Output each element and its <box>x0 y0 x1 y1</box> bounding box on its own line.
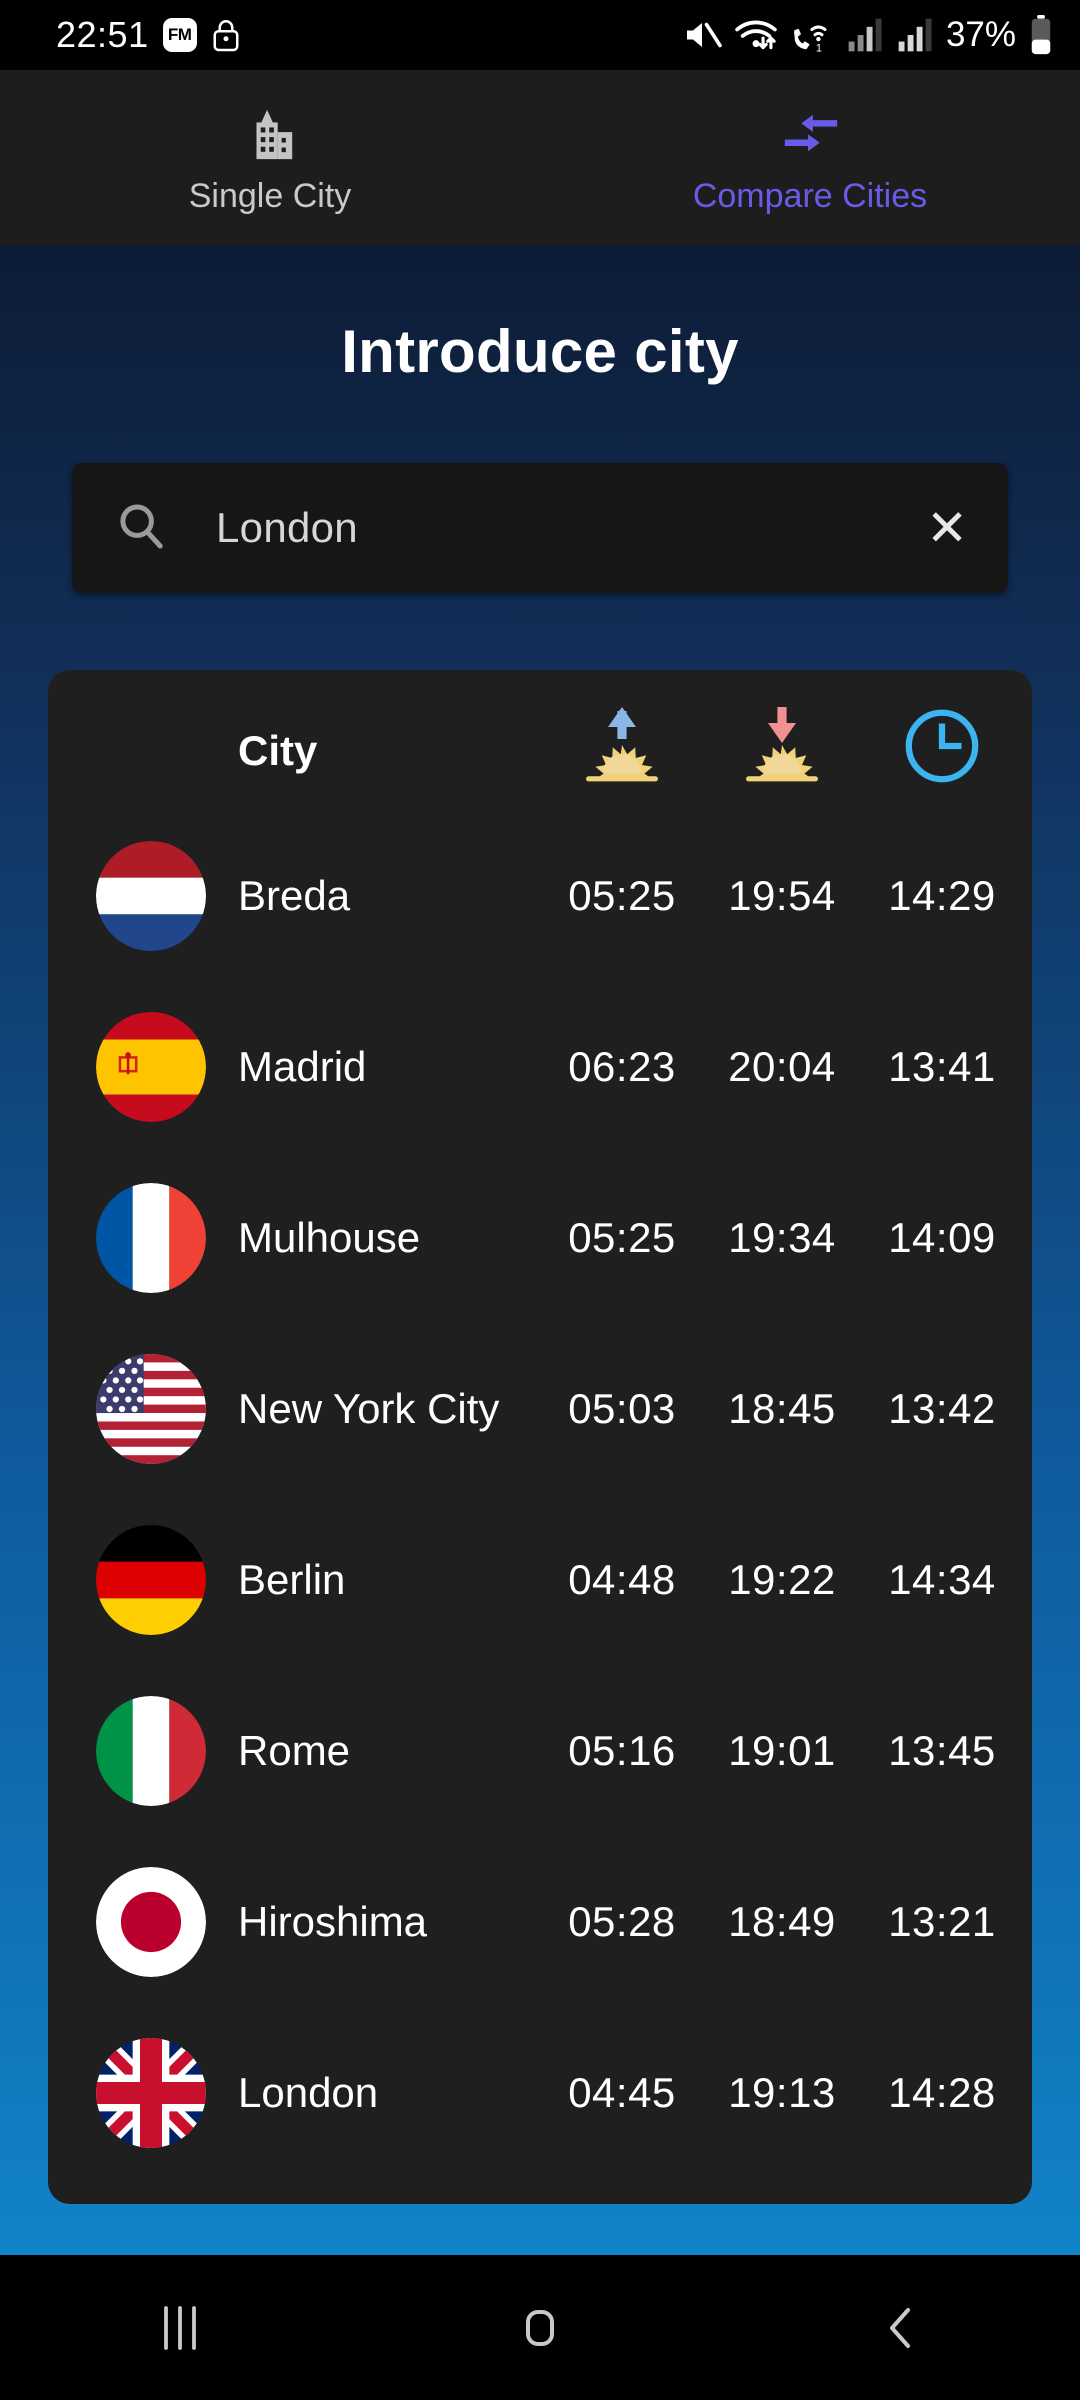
flag-spain <box>76 1011 226 1122</box>
tab-bar: Single City Compare Cities <box>0 70 1080 245</box>
daylength-time: 14:34 <box>888 1555 996 1603</box>
battery-icon <box>1028 15 1054 55</box>
city-name: Berlin <box>238 1555 346 1603</box>
sunrise-time: 05:25 <box>568 1213 676 1261</box>
flag-japan <box>76 1866 226 1977</box>
search-icon <box>116 501 166 556</box>
sunset-time: 19:54 <box>728 871 836 919</box>
signal-icon-1 <box>846 17 884 53</box>
city-name: Mulhouse <box>238 1213 421 1261</box>
status-time: 22:51 <box>56 14 149 55</box>
daylength-time: 13:42 <box>888 1384 996 1432</box>
table-row[interactable]: Rome 05:16 19:01 13:45 <box>48 1665 1032 1836</box>
status-bar-right: 1 37% <box>682 15 1054 55</box>
compare-arrows-icon <box>779 107 841 163</box>
city-name: New York City <box>238 1384 500 1432</box>
sunrise-time: 05:03 <box>568 1384 676 1432</box>
flag-netherlands <box>76 840 226 951</box>
battery-percent: 37% <box>945 15 1016 54</box>
sunrise-time: 05:16 <box>568 1726 676 1774</box>
flag-usa <box>76 1353 226 1464</box>
sunrise-time: 04:45 <box>568 2068 676 2116</box>
flag-italy <box>76 1695 226 1806</box>
page-title: Introduce city <box>341 318 739 385</box>
city-name: Madrid <box>238 1042 367 1090</box>
table-row[interactable]: New York City 05:03 18:45 13:42 <box>48 1323 1032 1494</box>
recents-button[interactable] <box>90 2255 270 2400</box>
status-bar: 22:51 FM 1 37% <box>0 0 1080 70</box>
sunrise-time: 04:48 <box>568 1555 676 1603</box>
city-name: London <box>238 2068 379 2116</box>
flag-france <box>76 1182 226 1293</box>
daylength-time: 13:21 <box>888 1897 996 1945</box>
sunset-icon <box>734 705 830 797</box>
city-comparison-table: City Breda 05:25 19:54 14:29 Madrid 06:2… <box>48 670 1032 2204</box>
daylength-time: 14:29 <box>888 871 996 919</box>
signal-icon-2 <box>896 17 934 53</box>
table-row[interactable]: Mulhouse 05:25 19:34 14:09 <box>48 1152 1032 1323</box>
tab-single-city-label: Single City <box>188 177 352 215</box>
flag-germany <box>76 1524 226 1635</box>
wifi-icon <box>734 16 778 54</box>
search-bar[interactable]: London ✕ <box>72 463 1008 593</box>
close-icon[interactable]: ✕ <box>920 503 974 553</box>
daylength-time: 14:09 <box>888 1213 996 1261</box>
tab-compare-cities[interactable]: Compare Cities <box>540 70 1080 245</box>
sunrise-time: 06:23 <box>568 1042 676 1090</box>
daylength-time: 13:45 <box>888 1726 996 1774</box>
home-button[interactable] <box>450 2255 630 2400</box>
back-button[interactable] <box>810 2255 990 2400</box>
android-nav-bar <box>0 2255 1080 2400</box>
phone-screen: 22:51 FM 1 37% Single City Compare Citie… <box>0 0 1080 2400</box>
sunset-time: 19:22 <box>728 1555 836 1603</box>
wifi-calling-icon: 1 <box>790 16 834 54</box>
table-row[interactable]: Berlin 04:48 19:22 14:34 <box>48 1494 1032 1665</box>
search-input[interactable]: London <box>216 504 920 552</box>
tab-compare-cities-label: Compare Cities <box>692 177 928 215</box>
sunrise-icon <box>574 705 670 797</box>
svg-text:1: 1 <box>816 43 822 55</box>
header-daylength <box>862 705 1022 797</box>
header-city-label: City <box>238 727 318 775</box>
city-name: Hiroshima <box>238 1897 428 1945</box>
sunset-time: 18:49 <box>728 1897 836 1945</box>
table-row[interactable]: Breda 05:25 19:54 14:29 <box>48 810 1032 981</box>
table-header-row: City <box>48 692 1032 810</box>
fm-icon: FM <box>162 18 197 52</box>
mute-icon <box>682 17 722 53</box>
clock-icon <box>901 705 983 797</box>
sunrise-time: 05:28 <box>568 1897 676 1945</box>
table-row[interactable]: London 04:45 19:13 14:28 <box>48 2007 1032 2178</box>
city-building-icon <box>241 107 299 163</box>
daylength-time: 13:41 <box>888 1042 996 1090</box>
lock-icon <box>211 17 241 53</box>
sunset-time: 19:13 <box>728 2068 836 2116</box>
daylength-time: 14:28 <box>888 2068 996 2116</box>
main-content: Introduce city London ✕ City Breda 05:25… <box>0 245 1080 2255</box>
city-name: Rome <box>238 1726 351 1774</box>
sunrise-time: 05:25 <box>568 871 676 919</box>
sunset-time: 19:34 <box>728 1213 836 1261</box>
header-sunset <box>702 705 862 797</box>
table-row[interactable]: Madrid 06:23 20:04 13:41 <box>48 981 1032 1152</box>
header-sunrise <box>542 705 702 797</box>
flag-uk <box>76 2037 226 2148</box>
sunset-time: 18:45 <box>728 1384 836 1432</box>
sunset-time: 20:04 <box>728 1042 836 1090</box>
sunset-time: 19:01 <box>728 1726 836 1774</box>
tab-single-city[interactable]: Single City <box>0 70 540 245</box>
status-bar-left: 22:51 FM <box>56 14 241 56</box>
table-row[interactable]: Hiroshima 05:28 18:49 13:21 <box>48 1836 1032 2007</box>
city-name: Breda <box>238 871 351 919</box>
